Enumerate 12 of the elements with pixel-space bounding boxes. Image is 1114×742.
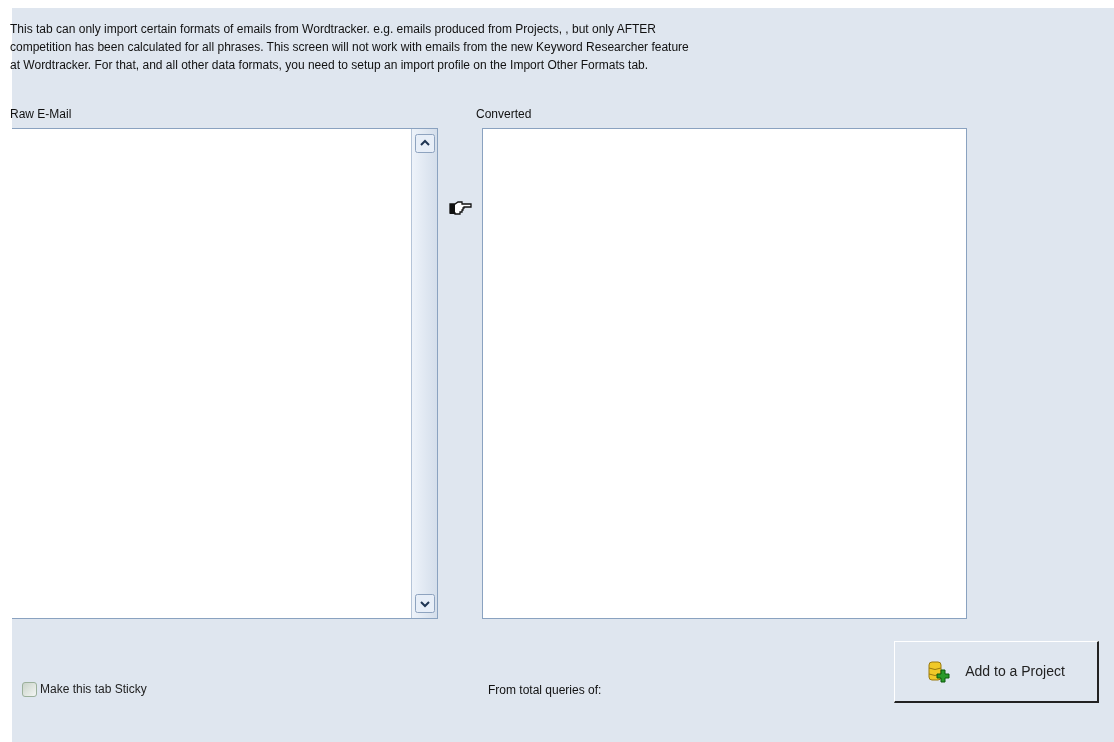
raw-email-label: Raw E-Mail xyxy=(10,106,72,123)
scroll-up-button[interactable] xyxy=(414,134,435,153)
converted-label: Converted xyxy=(476,106,532,123)
scroll-down-button[interactable] xyxy=(414,594,435,613)
vertical-scrollbar[interactable] xyxy=(411,129,437,618)
pointing-hand-icon xyxy=(449,200,473,216)
checkbox[interactable] xyxy=(22,681,37,697)
add-to-project-button[interactable]: Add to a Project xyxy=(894,641,1099,703)
database-add-icon xyxy=(927,659,952,684)
instructions-text: This tab can only import certain formats of emails from Wordtracker. e.g. emails produced from Projects, , but only AFTER competition has been calculated for all phrases. This screen will not work with emails from the new Keyword Researcher feature at Wordtracker. For that, and all other data formats, you need to setup an import profile on the Import Other Formats tab. xyxy=(10,21,689,74)
sticky-checkbox[interactable]: Make this tab Sticky xyxy=(22,680,147,698)
total-queries-label: From total queries of: xyxy=(488,682,602,699)
